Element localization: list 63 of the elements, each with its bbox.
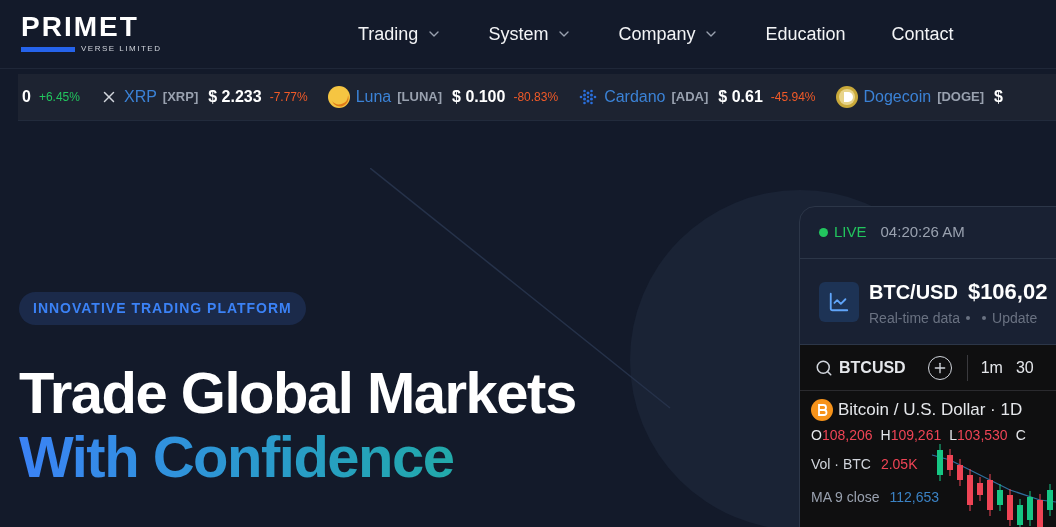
search-icon [815,358,833,377]
coin-price: $ 0.100 [452,87,506,107]
interval-option[interactable]: 1m [980,355,1003,380]
nav-link[interactable]: Trading [335,20,466,48]
ma-value: 112,653 [889,487,940,507]
price-change: -7.77% [269,89,308,106]
coin-symbol: [LUNA] [397,88,443,107]
dots-icon [578,87,599,107]
candlestick [997,483,1003,512]
ohlc-value: O108,206 [811,425,873,445]
coin-symbol: [ADA] [671,88,709,107]
instrument-title: Bitcoin / U.S. Dollar · 1D [838,399,1023,421]
coin-price: $ 0.61 [718,87,763,107]
price-change: -45.94% [770,89,816,106]
candlestick [977,476,983,502]
pair-price: $106,02 [967,277,1048,306]
coin-price: 0 [22,87,31,107]
candlestick [1017,498,1023,527]
price-change: -80.83% [513,89,559,106]
volume-label: Vol · BTC [811,454,871,474]
coin-name[interactable]: Dogecoin [863,85,932,109]
hero-badge: INNOVATIVE TRADING PLATFORM [19,292,306,325]
logo-wordmark[interactable]: PRIMET [21,13,311,41]
logo-bar [21,46,75,52]
candlestick [1027,490,1033,527]
candlestick [1007,488,1013,527]
crescent-icon [327,86,350,108]
nav-link[interactable]: System [465,20,596,48]
ma-label: MA 9 close [811,487,880,507]
live-status: LIVE [834,222,867,243]
candlestick [1037,493,1043,527]
candlestick [937,443,943,482]
nav-link[interactable]: Education [742,20,869,48]
candlestick [957,458,963,487]
interval-option[interactable]: 30 [1015,355,1034,380]
bitcoin-icon [811,398,833,421]
clock-time: 04:20:26 AM [880,222,965,243]
candlestick [947,448,953,477]
ohlc-value: L103,530 [949,425,1008,445]
coin-name[interactable]: XRP [123,85,157,109]
data-note: Real-time data [869,308,961,328]
nav-link[interactable]: Contact [868,20,977,48]
logo-tagline: VERSE LIMITED [81,43,162,55]
candlestick [1047,483,1053,517]
symbol-search[interactable]: BTCUSD [839,355,906,380]
coin-name[interactable]: Luna [355,85,392,109]
coin-icon [835,86,858,108]
candlestick [967,468,973,512]
pair-name: BTC/USD [869,279,958,305]
line-chart-icon [828,290,850,313]
coin-price: $ 2.233 [208,87,262,107]
nav-link[interactable]: Company [595,20,743,48]
coin-price: $ [994,87,1003,107]
coin-name[interactable]: Cardano [604,85,666,109]
price-change: +6.45% [38,89,80,106]
ohlc-value: C [1015,425,1026,445]
volume-value: 2.05K [880,454,918,474]
coin-symbol: [DOGE] [937,88,985,107]
update-note: Update [992,308,1038,328]
coin-symbol: [XRP] [162,88,199,107]
ohlc-value: H109,261 [880,425,942,445]
hero-title: Trade Global Markets [19,361,576,425]
candlestick [987,473,993,517]
